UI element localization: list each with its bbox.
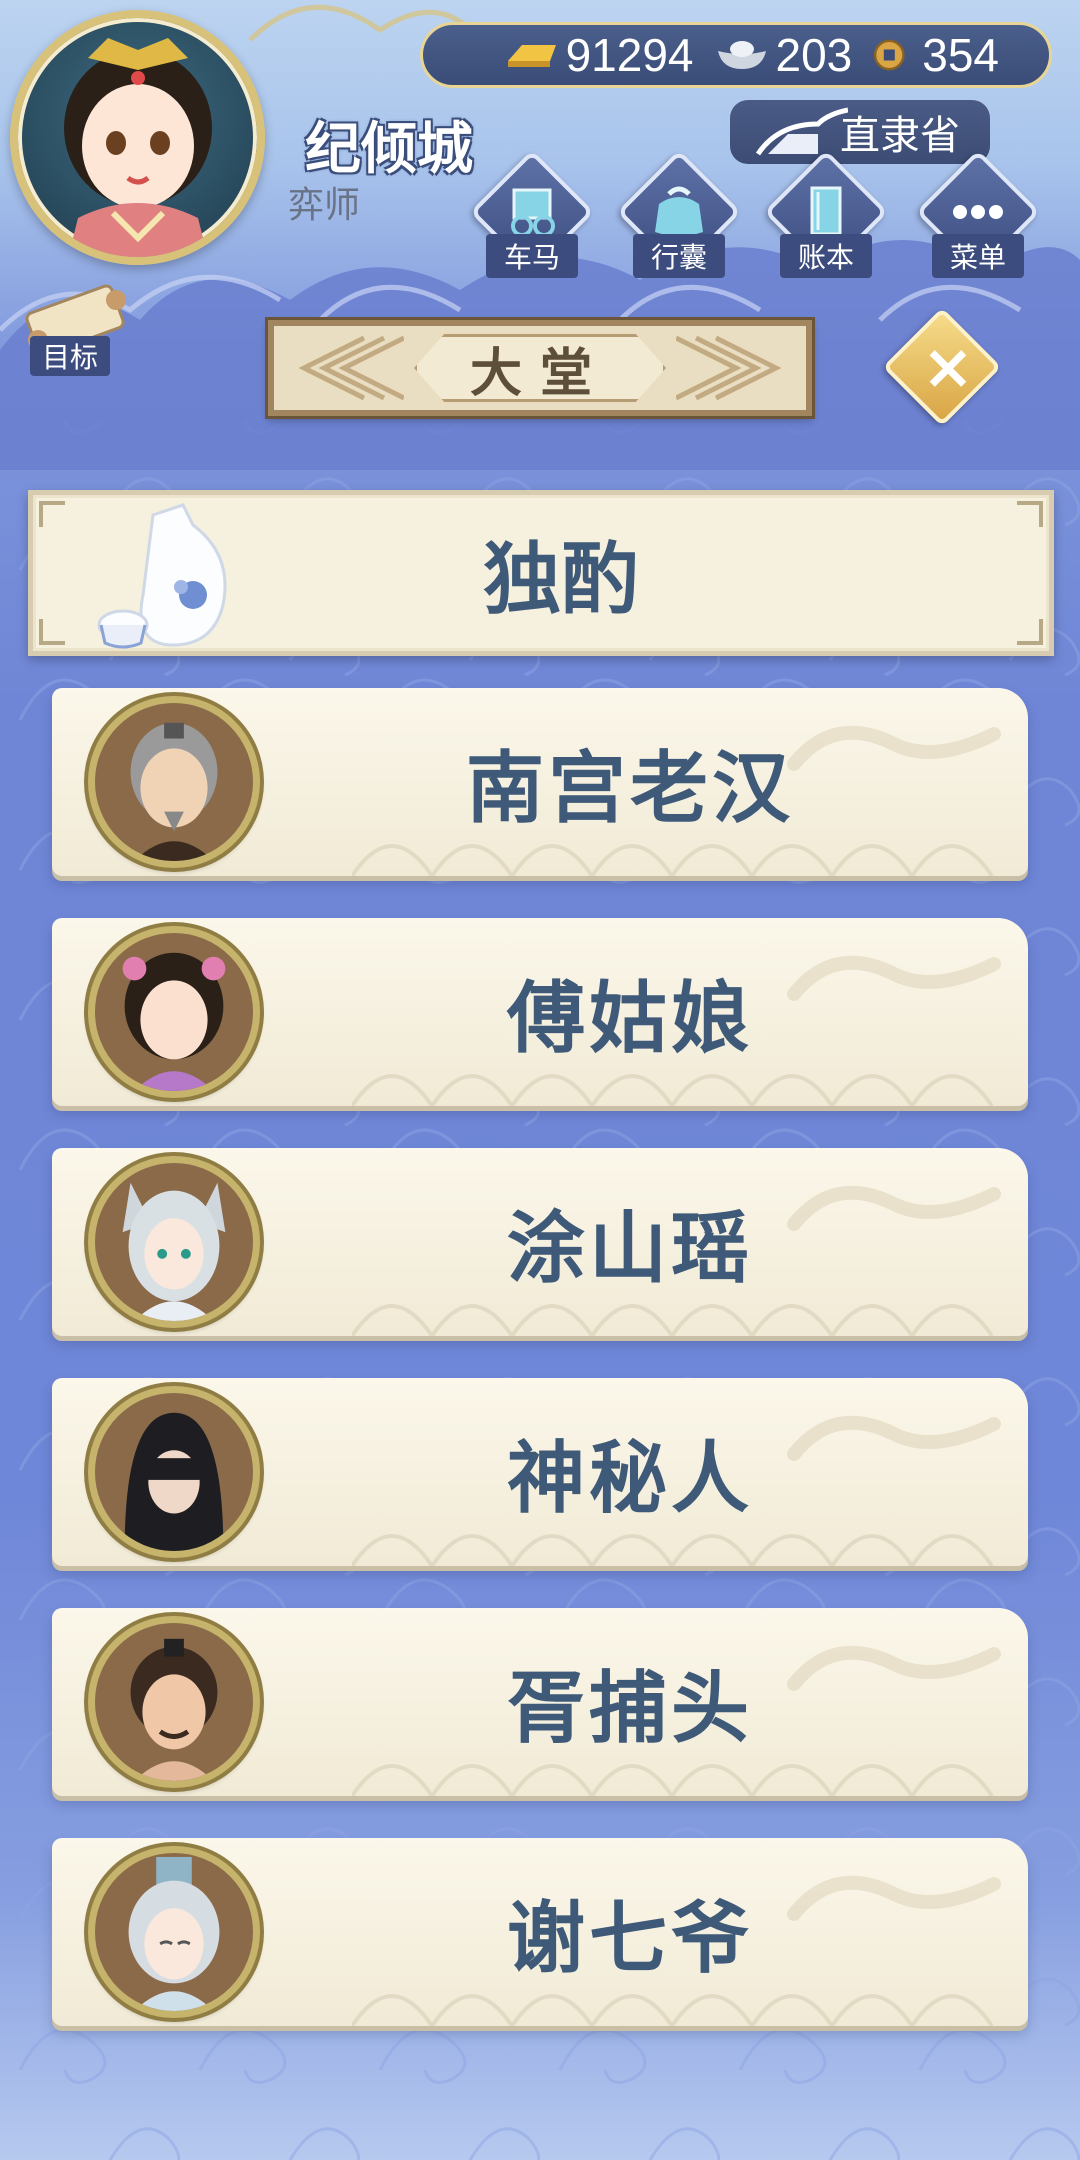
silver-ingot-icon [717,41,766,69]
coin-counter: 354 [872,28,999,82]
solo-drink-label: 独酌 [482,535,639,625]
npc-name: 胥捕头 [506,1664,753,1754]
hall-title-banner: 大堂 [268,320,812,416]
npc-name: 南宫老汉 [465,744,794,834]
npc-name: 神秘人 [506,1434,753,1524]
silver-counter: 203 [714,28,853,82]
location-button[interactable]: 直隶省 [730,100,990,164]
goal-label[interactable]: 目标 [30,336,111,376]
gold-ingot-icon [507,45,556,67]
menu-carriage-button[interactable]: 车马 [469,149,595,286]
gold-counter: 91294 [504,28,694,82]
npc-item[interactable]: 神秘人 [52,1378,1028,1566]
menu-ledger-label: 账本 [779,234,872,278]
close-icon: × [922,330,974,403]
location-landmark-icon [755,107,848,156]
player-avatar-image [64,38,212,257]
npc-name: 傅姑娘 [506,974,753,1064]
menu-bag-label: 行囊 [632,234,725,278]
menu-more-label: 菜单 [931,234,1024,278]
menu-more-button[interactable]: 菜单 [915,149,1041,286]
npc-item[interactable]: 傅姑娘 [52,918,1028,1106]
location-label: 直隶省 [840,113,960,159]
npc-item[interactable]: 南宫老汉 [52,688,1028,876]
hall-title: 大堂 [414,334,666,402]
solo-drink-option[interactable]: 独酌 [28,490,1054,656]
currency-bar: 91294 203 354 [420,22,1052,88]
gold-amount: 91294 [565,29,694,81]
player-portrait[interactable] [10,10,265,265]
menu-carriage-label: 车马 [485,234,578,278]
npc-item[interactable]: 涂山瑶 [52,1148,1028,1336]
copper-coin-icon [874,39,905,71]
player-name: 纪倾城 [305,117,473,182]
npc-name: 涂山瑶 [506,1204,753,1294]
banner-right-chevrons [676,335,782,401]
silver-amount: 203 [775,29,853,81]
npc-item[interactable]: 谢七爷 [52,1838,1028,2026]
menu-bag-button[interactable]: 行囊 [616,149,742,286]
banner-left-chevrons [298,335,404,401]
npc-item[interactable]: 胥捕头 [52,1608,1028,1796]
coin-amount: 354 [922,29,999,81]
npc-name: 谢七爷 [506,1894,753,1984]
menu-ledger-button[interactable]: 账本 [763,149,889,286]
player-title: 弈师 [288,185,361,226]
